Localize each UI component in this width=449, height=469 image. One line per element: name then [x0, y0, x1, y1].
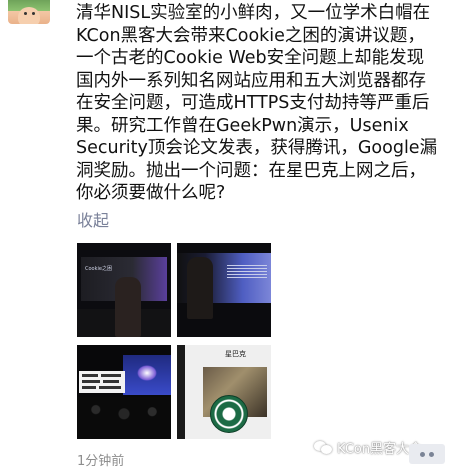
dot	[420, 451, 425, 457]
slide-caption: Cookie之困	[85, 266, 112, 272]
watermark: KCon黑客大会	[314, 438, 422, 457]
photo-thumb-1[interactable]: Cookie之困	[77, 243, 171, 337]
more-dots-icon[interactable]	[409, 444, 445, 464]
dot	[429, 451, 434, 457]
audience	[77, 397, 171, 439]
sponsor-logos	[79, 371, 125, 393]
avatar-eye-left	[24, 12, 27, 15]
avatar[interactable]	[8, 0, 50, 24]
collapse-link[interactable]: 收起	[77, 207, 109, 231]
speaker	[115, 277, 141, 337]
slide-text-lines	[227, 265, 267, 279]
post-timestamp: 1分钟前	[77, 454, 125, 469]
photo-thumb-3[interactable]	[77, 345, 171, 439]
photo-thumb-2[interactable]	[177, 243, 271, 337]
post-text: 清华NISL实验室的小鲜肉，又一位学术白帽在KCon黑客大会带来Cookie之困…	[76, 3, 438, 203]
stage-light	[137, 365, 157, 381]
speaker	[187, 257, 213, 319]
starbucks-logo	[210, 395, 248, 433]
avatar-eye-right	[32, 12, 35, 15]
avatar-face	[18, 7, 40, 24]
slide-title: 星巴克	[225, 350, 246, 358]
wechat-icon	[314, 440, 332, 455]
photo-thumb-4[interactable]: 星巴克	[177, 345, 271, 439]
